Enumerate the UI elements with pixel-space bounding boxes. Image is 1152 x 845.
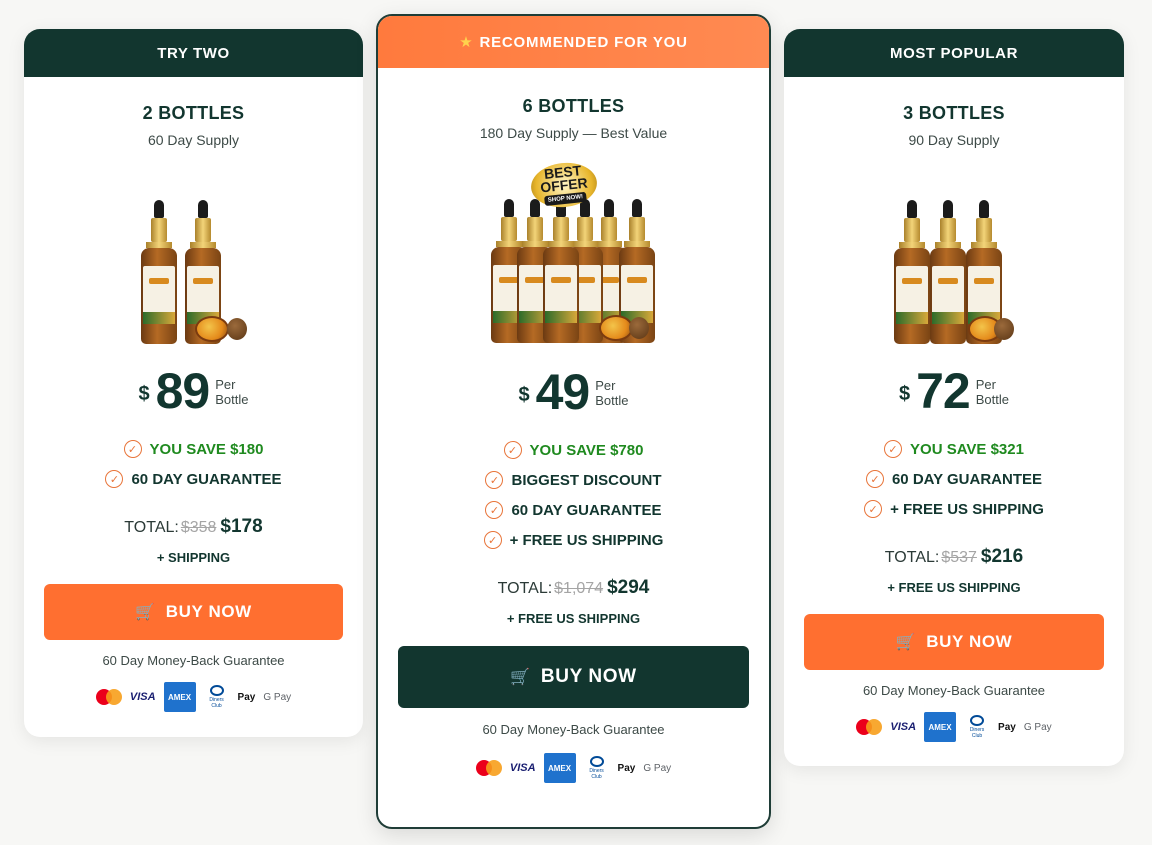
currency-symbol: $	[138, 382, 150, 405]
diners-club-icon: Diners Club	[964, 715, 990, 739]
star-icon: ★	[459, 34, 474, 51]
visa-icon: VISA	[129, 691, 156, 703]
feature-shipping: ✓ + FREE US SHIPPING	[378, 531, 769, 549]
visa-icon: VISA	[509, 762, 536, 774]
discounted-total: $294	[607, 577, 650, 598]
google-pay-icon: G Pay	[643, 762, 672, 774]
bottle-icon	[894, 200, 930, 344]
check-circle-icon: ✓	[884, 440, 903, 458]
money-back-guarantee: 60 Day Money-Back Guarantee	[862, 683, 1046, 698]
cart-icon: 🛒	[135, 604, 156, 621]
order-total: TOTAL: $1,074 $294	[497, 577, 650, 598]
bottle-icon	[542, 199, 579, 343]
plan-title: 2 BOTTLES	[142, 103, 245, 123]
feature-shipping: ✓ + FREE US SHIPPING	[784, 500, 1124, 518]
discounted-total: $178	[220, 516, 263, 537]
buy-now-button[interactable]: 🛒 BUY NOW	[44, 584, 343, 640]
buy-now-button[interactable]: 🛒 BUY NOW	[398, 646, 749, 708]
feature-discount: ✓ BIGGEST DISCOUNT	[378, 471, 769, 489]
feature-guarantee: ✓ 60 DAY GUARANTEE	[24, 470, 363, 488]
check-circle-icon: ✓	[483, 531, 502, 549]
shipping-note: + FREE US SHIPPING	[887, 580, 1021, 595]
plan-supply: 180 Day Supply — Best Value	[479, 125, 668, 141]
money-back-guarantee: 60 Day Money-Back Guarantee	[482, 722, 665, 737]
price-unit: Per Bottle	[595, 378, 629, 408]
original-total: $537	[941, 549, 977, 566]
check-circle-icon: ✓	[864, 500, 883, 518]
money-back-guarantee: 60 Day Money-Back Guarantee	[102, 653, 285, 668]
shipping-note: + SHIPPING	[156, 550, 231, 565]
payment-methods: VISA AMEX Diners Club Pay G Pay	[24, 682, 363, 712]
feature-guarantee: ✓ 60 DAY GUARANTEE	[378, 501, 769, 519]
visa-icon: VISA	[890, 721, 917, 733]
mastercard-icon	[856, 719, 883, 735]
product-image	[139, 178, 249, 344]
mastercard-icon	[95, 689, 122, 705]
apple-pay-icon: Pay	[617, 762, 636, 774]
discounted-total: $216	[980, 546, 1024, 567]
check-circle-icon: ✓	[485, 501, 504, 519]
price-unit: Per Bottle	[215, 377, 249, 407]
nut-icon	[628, 317, 649, 339]
apple-pay-icon: Pay	[998, 721, 1016, 733]
bottle-icon	[930, 200, 966, 344]
fruit-icon	[598, 315, 633, 341]
diners-club-icon: Diners Club	[204, 685, 230, 709]
fruit-icon	[194, 316, 229, 342]
plan-card-most-popular: MOST POPULAR 3 BOTTLES 90 Day Supply $ 7…	[784, 29, 1124, 766]
price-amount: 49	[535, 364, 591, 420]
google-pay-icon: G Pay	[263, 691, 292, 703]
plan-header: TRY TWO	[24, 29, 363, 77]
cart-icon: 🛒	[510, 669, 531, 686]
product-image: BEST OFFER SHOP NOW!	[490, 159, 657, 343]
google-pay-icon: G Pay	[1023, 721, 1052, 733]
price: $ 89 Per Bottle	[24, 366, 363, 416]
product-image	[894, 178, 1014, 344]
price: $ 49 Per Bottle	[378, 367, 769, 417]
check-circle-icon: ✓	[485, 471, 504, 489]
amex-icon: AMEX	[924, 712, 957, 742]
shipping-note: + FREE US SHIPPING	[506, 611, 641, 626]
order-total: TOTAL: $537 $216	[884, 546, 1024, 567]
mastercard-icon	[475, 760, 502, 776]
price-unit: Per Bottle	[975, 377, 1009, 407]
check-circle-icon: ✓	[865, 470, 884, 488]
plan-card-recommended: ★ RECOMMENDED FOR YOU 6 BOTTLES 180 Day …	[376, 14, 771, 829]
bottle-icon	[140, 200, 177, 344]
cart-icon: 🛒	[895, 634, 917, 651]
currency-symbol: $	[899, 382, 911, 405]
original-total: $1,074	[554, 580, 604, 597]
apple-pay-icon: Pay	[237, 691, 256, 703]
plan-header: ★ RECOMMENDED FOR YOU	[378, 16, 769, 68]
payment-methods: VISA AMEX Diners Club Pay G Pay	[784, 712, 1124, 742]
diners-club-icon: Diners Club	[584, 756, 610, 780]
plan-title: 6 BOTTLES	[522, 96, 625, 116]
payment-methods: VISA AMEX Diners Club Pay G Pay	[378, 753, 769, 783]
plan-supply: 60 Day Supply	[147, 132, 240, 148]
plan-title: 3 BOTTLES	[903, 103, 1005, 123]
original-total: $358	[180, 519, 217, 536]
buy-now-button[interactable]: 🛒 BUY NOW	[804, 614, 1104, 670]
plan-supply: 90 Day Supply	[908, 132, 1000, 148]
currency-symbol: $	[518, 383, 530, 406]
amex-icon: AMEX	[163, 682, 196, 712]
plan-card-try-two: TRY TWO 2 BOTTLES 60 Day Supply $ 89 Per…	[24, 29, 363, 737]
feature-guarantee: ✓ 60 DAY GUARANTEE	[784, 470, 1124, 488]
plan-header: MOST POPULAR	[784, 29, 1124, 77]
price-amount: 89	[155, 363, 211, 419]
check-circle-icon: ✓	[123, 440, 142, 458]
feature-savings: ✓ YOU SAVE $180	[24, 440, 363, 458]
feature-savings: ✓ YOU SAVE $780	[378, 441, 769, 459]
check-circle-icon: ✓	[105, 470, 124, 488]
check-circle-icon: ✓	[503, 441, 522, 459]
nut-icon	[226, 318, 247, 340]
price: $ 72 Per Bottle	[784, 366, 1124, 416]
price-amount: 72	[916, 363, 971, 419]
order-total: TOTAL: $358 $178	[124, 516, 263, 537]
amex-icon: AMEX	[543, 753, 576, 783]
nut-icon	[994, 318, 1014, 340]
feature-savings: ✓ YOU SAVE $321	[784, 440, 1124, 458]
